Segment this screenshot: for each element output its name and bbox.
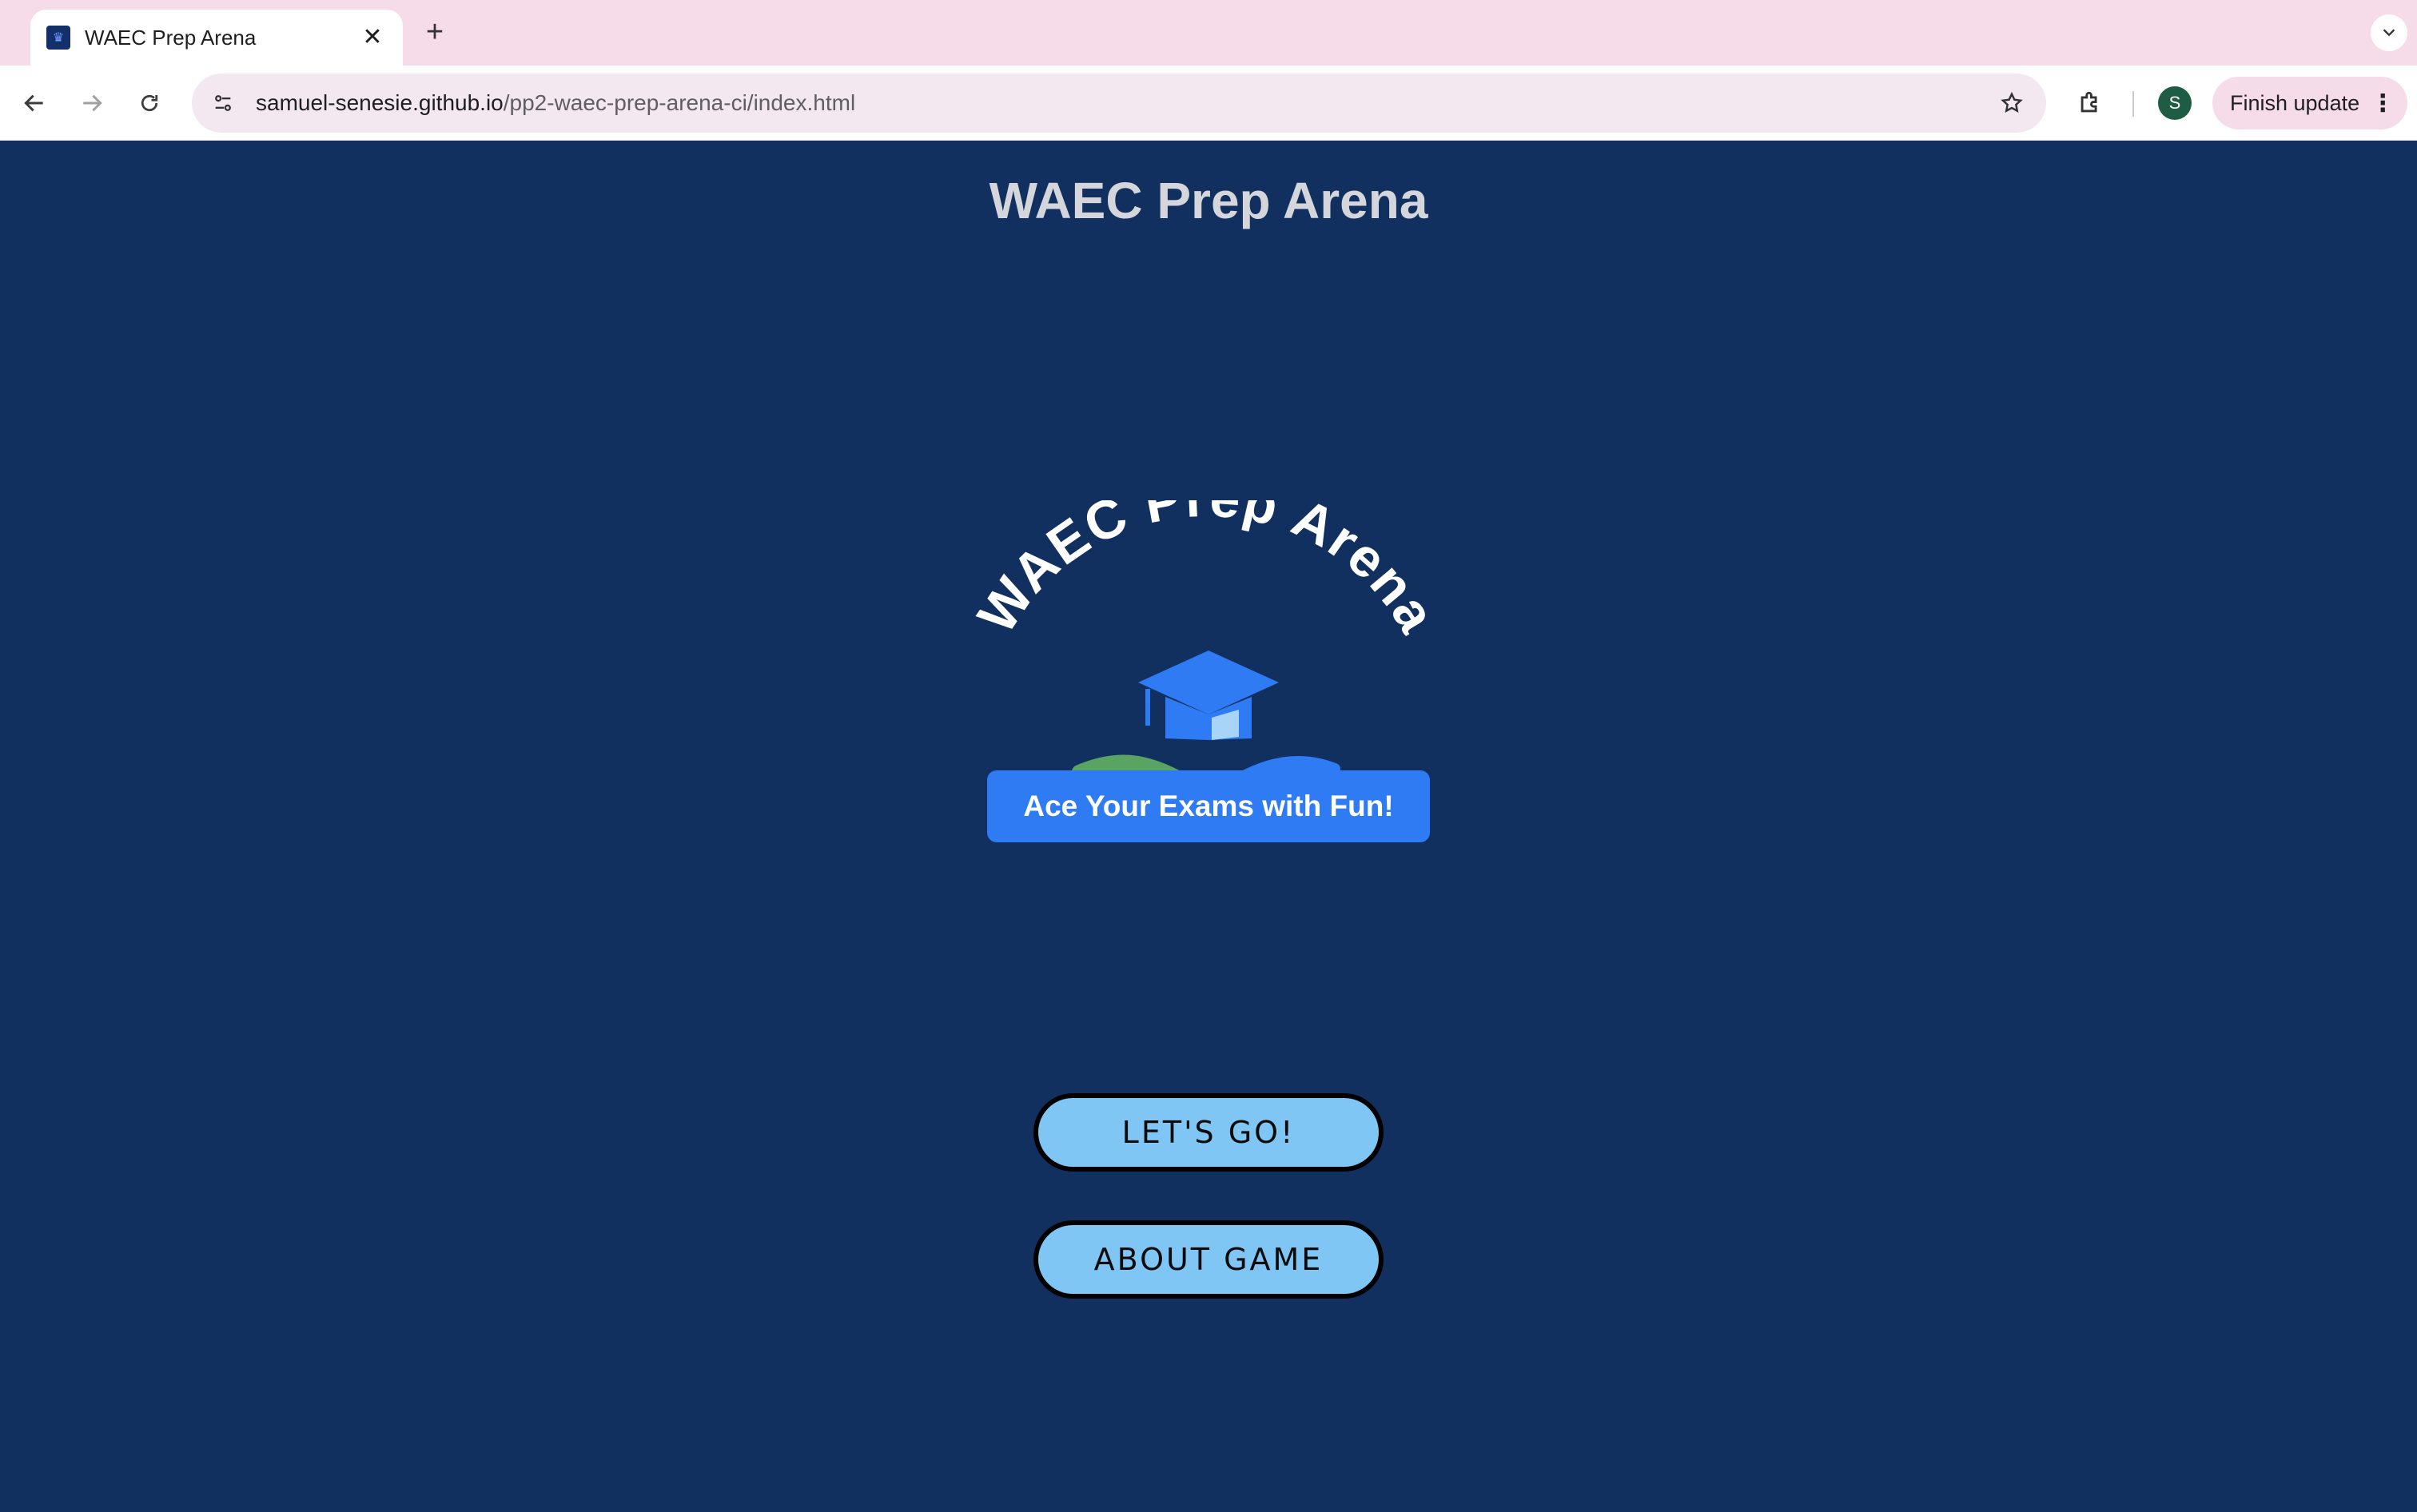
finish-update-label: Finish update	[2230, 90, 2360, 115]
about-game-button[interactable]: ABOUT GAME	[1033, 1220, 1384, 1299]
more-vert-icon: ⋮	[2371, 90, 2395, 117]
url-path: /pp2-waec-prep-arena-ci/index.html	[503, 90, 856, 115]
address-bar[interactable]: samuel-senesie.github.io/pp2-waec-prep-a…	[192, 74, 2046, 133]
reload-button[interactable]	[129, 83, 169, 123]
close-tab-icon[interactable]: ✕	[358, 23, 387, 52]
forward-button[interactable]	[72, 83, 112, 123]
profile-avatar[interactable]: S	[2158, 86, 2192, 120]
tab-search-button[interactable]	[2371, 14, 2407, 51]
back-arrow-icon	[24, 94, 43, 112]
lets-go-button[interactable]: LET'S GO!	[1033, 1093, 1384, 1172]
page-content: WAEC Prep Arena WAEC Prep Arena Ace Your…	[0, 141, 2417, 1512]
favicon-icon: ♛	[46, 26, 70, 50]
url-host: samuel-senesie.github.io	[256, 90, 504, 115]
finish-update-button[interactable]: Finish update ⋮	[2212, 77, 2407, 129]
extensions-puzzle-icon[interactable]	[2070, 83, 2110, 123]
forward-arrow-icon	[83, 94, 102, 112]
page-title: WAEC Prep Arena	[989, 172, 1428, 229]
back-button[interactable]	[14, 83, 54, 123]
browser-tab[interactable]: ♛ WAEC Prep Arena ✕	[30, 10, 403, 66]
tab-title: WAEC Prep Arena	[85, 25, 257, 50]
toolbar-divider	[2132, 91, 2134, 117]
tab-strip: ♛ WAEC Prep Arena ✕ +	[0, 0, 2417, 66]
svg-text:WAEC Prep Arena: WAEC Prep Arena	[966, 500, 1448, 643]
logo-tagline: Ace Your Exams with Fun!	[987, 770, 1430, 842]
chevron-down-icon	[2383, 29, 2395, 37]
reload-icon	[141, 94, 158, 112]
new-tab-button[interactable]: +	[419, 16, 451, 48]
url-text[interactable]: samuel-senesie.github.io/pp2-waec-prep-a…	[256, 90, 1992, 116]
browser-toolbar: samuel-senesie.github.io/pp2-waec-prep-a…	[0, 66, 2417, 141]
bookmark-star-icon[interactable]	[1992, 83, 2032, 123]
site-info-icon[interactable]	[203, 83, 243, 123]
logo-arc-text: WAEC Prep Arena	[966, 500, 1447, 643]
